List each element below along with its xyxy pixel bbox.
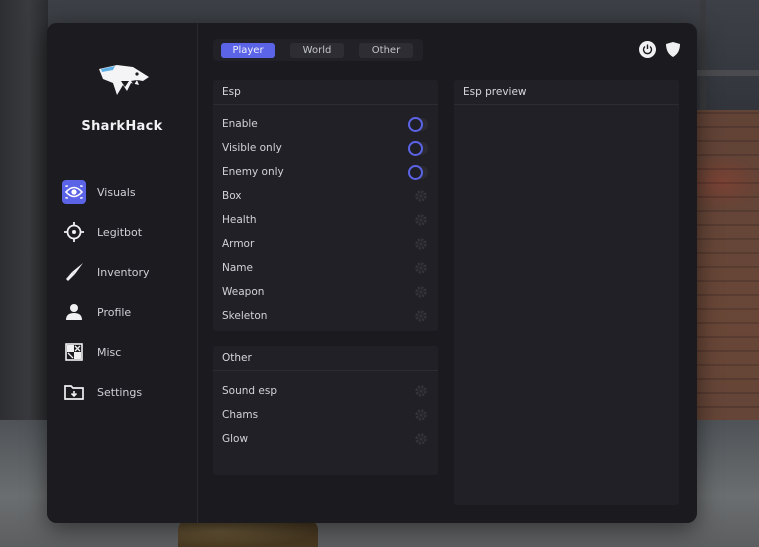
folder-icon xyxy=(62,380,86,404)
option-row-weapon: Weapon xyxy=(222,284,428,300)
health-settings-icon[interactable] xyxy=(414,213,428,227)
esp-panel: Esp Enable Visible only Enemy only Box H… xyxy=(213,80,438,331)
crosshair-icon xyxy=(62,220,86,244)
other-panel-title: Other xyxy=(213,346,438,371)
sidebar-item-inventory[interactable]: Inventory xyxy=(62,259,192,285)
option-label: Glow xyxy=(222,433,249,445)
enable-toggle[interactable] xyxy=(408,116,428,132)
background-beam xyxy=(690,70,759,76)
option-label: Sound esp xyxy=(222,385,277,397)
misc-icon xyxy=(62,340,86,364)
sidebar-item-label: Visuals xyxy=(97,185,136,199)
option-row-name: Name xyxy=(222,260,428,276)
option-label: Enemy only xyxy=(222,166,284,178)
option-row-glow: Glow xyxy=(222,431,428,447)
armor-settings-icon[interactable] xyxy=(414,237,428,251)
tab-bar: Player World Other xyxy=(213,39,423,61)
main-content: Player World Other Esp Enable Visible on… xyxy=(198,23,697,523)
box-settings-icon[interactable] xyxy=(414,189,428,203)
background-pole xyxy=(700,0,706,110)
option-row-sound-esp: Sound esp xyxy=(222,383,428,399)
sidebar: SharkHack Visuals Legitbot Inventory Pro… xyxy=(47,23,198,523)
shield-icon[interactable] xyxy=(664,41,681,58)
sidebar-item-label: Misc xyxy=(97,345,122,359)
sidebar-item-label: Legitbot xyxy=(97,225,143,239)
tab-world[interactable]: World xyxy=(290,43,344,58)
option-row-armor: Armor xyxy=(222,236,428,252)
tab-other[interactable]: Other xyxy=(359,43,413,58)
visible-only-toggle[interactable] xyxy=(408,140,428,156)
esp-preview-panel: Esp preview xyxy=(454,80,679,505)
sound-esp-settings-icon[interactable] xyxy=(414,384,428,398)
eye-icon xyxy=(62,180,86,204)
glow-settings-icon[interactable] xyxy=(414,432,428,446)
sidebar-item-visuals[interactable]: Visuals xyxy=(62,179,192,205)
option-row-visible-only: Visible only xyxy=(222,140,428,156)
option-row-skeleton: Skeleton xyxy=(222,308,428,324)
option-label: Health xyxy=(222,214,257,226)
sidebar-item-legitbot[interactable]: Legitbot xyxy=(62,219,192,245)
sidebar-item-label: Profile xyxy=(97,305,132,319)
option-label: Visible only xyxy=(222,142,282,154)
option-label: Weapon xyxy=(222,286,265,298)
user-icon xyxy=(62,300,86,324)
weapon-settings-icon[interactable] xyxy=(414,285,428,299)
chams-settings-icon[interactable] xyxy=(414,408,428,422)
sidebar-item-settings[interactable]: Settings xyxy=(62,379,192,405)
option-row-chams: Chams xyxy=(222,407,428,423)
sidebar-item-misc[interactable]: Misc xyxy=(62,339,192,365)
option-label: Name xyxy=(222,262,253,274)
background-character-boots xyxy=(178,520,318,547)
background-brick-wall xyxy=(690,110,759,420)
brand-name: SharkHack xyxy=(81,119,163,134)
option-label: Armor xyxy=(222,238,255,250)
enemy-only-toggle[interactable] xyxy=(408,164,428,180)
option-row-enable: Enable xyxy=(222,116,428,132)
option-label: Skeleton xyxy=(222,310,268,322)
skeleton-settings-icon[interactable] xyxy=(414,309,428,323)
window-controls xyxy=(639,41,681,58)
sidebar-item-label: Settings xyxy=(97,385,143,399)
sidebar-item-label: Inventory xyxy=(97,265,150,279)
shark-logo-icon xyxy=(99,65,149,95)
esp-preview-title: Esp preview xyxy=(454,80,679,105)
option-label: Enable xyxy=(222,118,258,130)
other-panel: Other Sound esp Chams Glow xyxy=(213,346,438,475)
option-row-box: Box xyxy=(222,188,428,204)
option-label: Box xyxy=(222,190,242,202)
name-settings-icon[interactable] xyxy=(414,261,428,275)
knife-icon xyxy=(62,260,86,284)
sidebar-item-profile[interactable]: Profile xyxy=(62,299,192,325)
main-window: SharkHack Visuals Legitbot Inventory Pro… xyxy=(47,23,697,523)
esp-panel-title: Esp xyxy=(213,80,438,105)
option-row-enemy-only: Enemy only xyxy=(222,164,428,180)
power-icon[interactable] xyxy=(639,41,656,58)
option-row-health: Health xyxy=(222,212,428,228)
option-label: Chams xyxy=(222,409,259,421)
tab-player[interactable]: Player xyxy=(221,43,275,58)
